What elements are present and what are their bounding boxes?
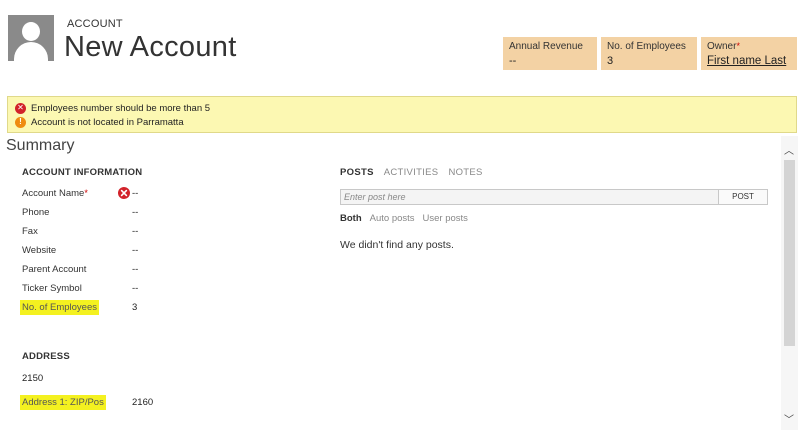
empty-posts-message: We didn't find any posts. (340, 239, 454, 251)
field-value[interactable]: -- (132, 226, 138, 237)
post-composer: Enter post here POST (340, 189, 768, 205)
field-value[interactable]: -- (132, 283, 138, 294)
field-website[interactable]: Website -- (22, 243, 282, 259)
field-value[interactable]: -- (132, 207, 138, 218)
field-address-zip[interactable]: Address 1: ZIP/Pos 2160 (20, 395, 282, 411)
field-label: No. of Employees (20, 300, 99, 315)
person-body-shape (14, 42, 48, 61)
field-value[interactable]: -- (132, 264, 138, 275)
filter-auto-posts[interactable]: Auto posts (370, 213, 415, 224)
exclamation-icon: ! (15, 116, 26, 128)
field-label: Fax (22, 226, 38, 237)
required-asterisk: * (736, 41, 740, 51)
header-field-owner[interactable]: Owner* First name Last (701, 37, 797, 70)
page-title: New Account (64, 31, 237, 63)
header-field-value[interactable]: 3 (607, 55, 691, 67)
field-value[interactable]: -- (132, 188, 138, 199)
form-header: ACCOUNT New Account Annual Revenue -- No… (0, 0, 800, 96)
field-no-of-employees[interactable]: No. of Employees 3 (20, 300, 282, 316)
field-fax[interactable]: Fax -- (22, 224, 282, 240)
notification-text: Employees number should be more than 5 (31, 102, 211, 114)
field-label: Ticker Symbol (22, 283, 82, 294)
field-parent-account[interactable]: Parent Account -- (22, 262, 282, 278)
post-input[interactable]: Enter post here (341, 190, 719, 204)
address-value[interactable]: 2150 (22, 373, 43, 384)
required-asterisk: * (84, 188, 88, 198)
field-ticker-symbol[interactable]: Ticker Symbol -- (22, 281, 282, 297)
field-label-text: Account Name (22, 188, 85, 199)
tab-activities[interactable]: ACTIVITIES (384, 167, 439, 178)
x-icon: ✕ (15, 102, 26, 114)
field-label: Account Name* (22, 188, 88, 199)
field-account-name[interactable]: Account Name* -- (22, 186, 282, 202)
field-value[interactable]: 2160 (132, 397, 153, 408)
header-field-no-of-employees[interactable]: No. of Employees 3 (601, 37, 697, 70)
scrollbar-thumb[interactable] (784, 160, 795, 346)
post-filters: Both Auto posts User posts (340, 213, 468, 224)
header-field-annual-revenue[interactable]: Annual Revenue -- (503, 37, 597, 70)
notification-error: ✕ Employees number should be more than 5 (15, 101, 796, 115)
header-field-value[interactable]: -- (509, 55, 591, 67)
field-value[interactable]: 3 (132, 302, 137, 313)
notification-warning: ! Account is not located in Parramatta (15, 115, 796, 129)
tab-posts[interactable]: POSTS (340, 167, 374, 178)
filter-both[interactable]: Both (340, 213, 362, 224)
avatar[interactable] (8, 15, 54, 61)
header-field-label: Owner* (707, 41, 791, 52)
header-field-label: Annual Revenue (509, 41, 583, 52)
chevron-up-icon[interactable]: ︿ (784, 142, 794, 157)
header-field-label: No. of Employees (607, 41, 686, 52)
field-label: Address 1: ZIP/Pos (20, 395, 106, 410)
owner-label-text: Owner (707, 41, 737, 52)
social-tabs: POSTS ACTIVITIES NOTES (340, 167, 483, 178)
section-title: Summary (6, 137, 75, 154)
entity-type-label: ACCOUNT (67, 18, 123, 30)
chevron-down-icon[interactable]: ﹀ (784, 411, 794, 426)
person-head-shape (22, 22, 40, 41)
post-button[interactable]: POST (719, 190, 767, 204)
owner-link[interactable]: First name Last (707, 55, 791, 67)
filter-user-posts[interactable]: User posts (423, 213, 468, 224)
field-label: Phone (22, 207, 50, 218)
field-value[interactable]: -- (132, 245, 138, 256)
account-information-title: ACCOUNT INFORMATION (22, 167, 143, 178)
address-title: ADDRESS (22, 351, 70, 362)
field-label: Parent Account (22, 264, 87, 275)
field-phone[interactable]: Phone -- (22, 205, 282, 221)
error-icon (118, 187, 130, 199)
notification-text: Account is not located in Parramatta (31, 116, 184, 128)
tab-notes[interactable]: NOTES (448, 167, 482, 178)
vertical-scrollbar[interactable]: ︿ ﹀ (781, 136, 798, 430)
field-label: Website (22, 245, 57, 256)
notification-bar: ✕ Employees number should be more than 5… (7, 96, 797, 133)
